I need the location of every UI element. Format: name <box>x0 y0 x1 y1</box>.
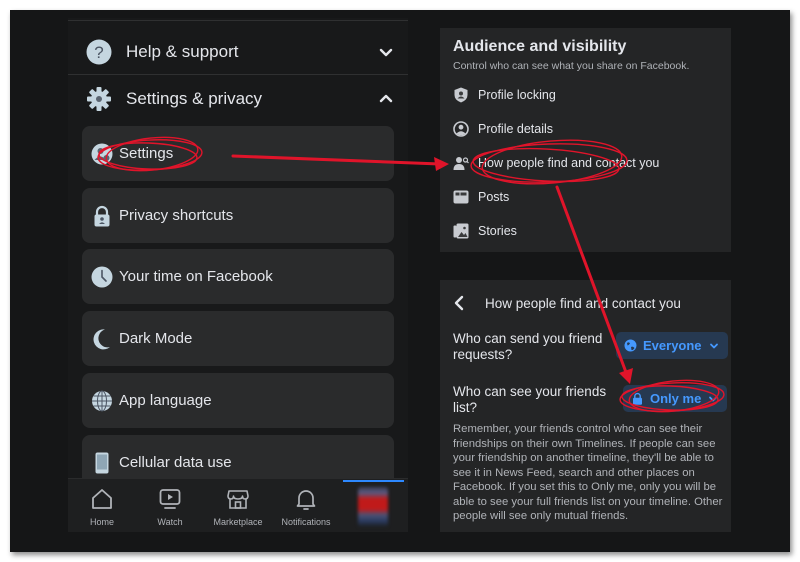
lock-icon <box>633 392 642 405</box>
profile-details-label: Profile details <box>478 122 554 136</box>
friends-list-description: Remember, your friends control who can s… <box>453 423 723 522</box>
profile-locking-label: Profile locking <box>478 88 556 102</box>
settings-label: Settings <box>119 145 174 162</box>
user-search-icon <box>453 157 469 170</box>
marketplace-icon <box>227 490 249 509</box>
app-language-label: App language <box>119 392 212 409</box>
friend-requests-value: Everyone <box>643 338 702 353</box>
stories-label: Stories <box>478 224 517 238</box>
friends-list-audience-selector[interactable]: Only me <box>623 385 728 412</box>
cellular-data-label: Cellular data use <box>119 454 232 471</box>
settings-privacy-label: Settings & privacy <box>126 88 263 108</box>
nav-notifications-label: Notifications <box>281 517 331 527</box>
menu-item-your-time[interactable]: Your time on Facebook <box>82 249 394 304</box>
clock-icon <box>91 266 113 287</box>
menu-item-dark-mode[interactable]: Dark Mode <box>82 311 394 366</box>
settings-privacy-row[interactable]: Settings & privacy <box>68 75 408 122</box>
moon-icon <box>93 328 110 349</box>
nav-watch[interactable]: Watch <box>136 479 204 532</box>
help-support-row[interactable]: ? Help & support <box>68 28 408 75</box>
chevron-up-icon[interactable] <box>378 91 394 107</box>
help-icon: ? <box>86 39 112 64</box>
help-support-label: Help & support <box>126 41 239 61</box>
find-contact-panel: How people find and contact you Who can … <box>440 280 731 532</box>
your-time-label: Your time on Facebook <box>119 268 273 285</box>
svg-text:?: ? <box>94 43 103 62</box>
user-circle-icon <box>453 121 469 137</box>
nav-marketplace-label: Marketplace <box>213 517 263 527</box>
menu-panel: ? Help & support Settings & privacy Sett… <box>68 18 408 532</box>
globe-icon <box>92 390 112 411</box>
watch-icon <box>159 489 181 509</box>
phone-icon <box>95 452 109 473</box>
stories-icon <box>453 223 469 239</box>
dark-mode-label: Dark Mode <box>119 330 193 347</box>
menu-item-settings[interactable]: Settings <box>82 126 394 181</box>
audience-visibility-panel: Audience and visibility Control who can … <box>440 28 731 252</box>
audience-item-profile-details[interactable]: Profile details <box>453 117 723 141</box>
menu-item-privacy-shortcuts[interactable]: Privacy shortcuts <box>82 188 394 243</box>
nav-profile[interactable] <box>340 479 408 532</box>
nav-notifications[interactable]: Notifications <box>272 479 340 532</box>
audience-subtitle: Control who can see what you share on Fa… <box>453 60 690 72</box>
audience-item-posts[interactable]: Posts <box>453 185 723 209</box>
nav-watch-label: Watch <box>157 517 183 527</box>
find-contact-title: How people find and contact you <box>485 296 681 311</box>
gear-icon <box>87 86 111 111</box>
bottom-navigation: Home Watch Marketplace Notifications <box>68 478 408 532</box>
posts-icon <box>453 190 469 204</box>
how-people-find-label: How people find and contact you <box>478 156 660 170</box>
friends-list-value: Only me <box>650 391 702 406</box>
chevron-down-icon[interactable] <box>378 44 394 60</box>
audience-item-stories[interactable]: Stories <box>453 219 723 243</box>
friend-requests-question: Who can send you friend requests? <box>453 331 603 362</box>
globe-icon <box>624 339 637 352</box>
audience-item-how-people-find[interactable]: How people find and contact you <box>453 151 723 175</box>
home-icon <box>92 489 112 509</box>
friend-requests-audience-selector[interactable]: Everyone <box>616 332 728 359</box>
bell-icon <box>296 490 316 510</box>
nav-home-label: Home <box>89 517 114 527</box>
audience-title: Audience and visibility <box>453 38 627 55</box>
nav-marketplace[interactable]: Marketplace <box>204 479 272 532</box>
posts-label: Posts <box>478 190 510 204</box>
menu-item-app-language[interactable]: App language <box>82 373 394 428</box>
shield-user-icon <box>454 87 468 103</box>
user-settings-icon <box>91 143 113 164</box>
divider <box>68 20 408 21</box>
nav-home[interactable]: Home <box>68 479 136 532</box>
friends-list-question: Who can see your friends list? <box>453 384 607 415</box>
audience-item-profile-locking[interactable]: Profile locking <box>453 83 723 107</box>
profile-avatar <box>358 487 388 527</box>
lock-icon <box>94 205 110 226</box>
privacy-shortcuts-label: Privacy shortcuts <box>119 207 234 224</box>
back-arrow-icon[interactable] <box>453 294 465 312</box>
chevron-down-icon <box>709 396 718 401</box>
chevron-down-icon <box>709 343 718 348</box>
